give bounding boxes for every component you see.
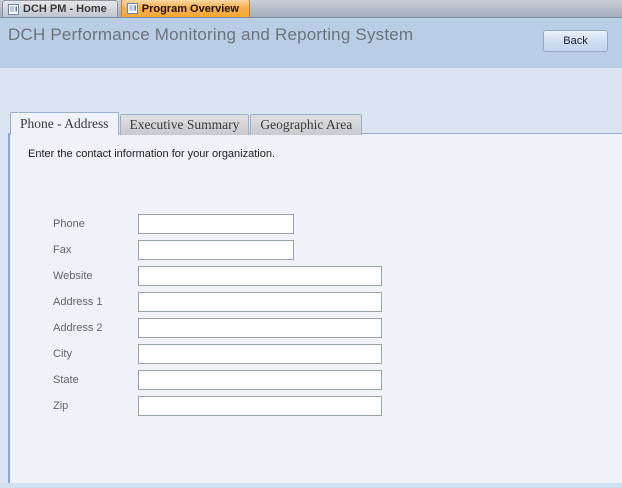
field-row-address-2: Address 2: [0, 318, 622, 338]
document-tab-program-overview[interactable]: Program Overview: [121, 0, 250, 17]
field-label: Address 2: [53, 322, 138, 334]
field-label: Fax: [53, 244, 138, 256]
field-label: Phone: [53, 218, 138, 230]
field-row-city: City: [0, 344, 622, 364]
field-label: Address 1: [53, 296, 138, 308]
website-input[interactable]: [138, 266, 382, 286]
address-1-input[interactable]: [138, 292, 382, 312]
field-list: Phone Fax Website Address 1 Address 2 City Sta…: [0, 214, 622, 422]
app-window: DCH PM - Home Program Overview DCH Perfor…: [0, 0, 622, 488]
form-icon: [8, 4, 19, 15]
field-row-website: Website: [0, 266, 622, 286]
phone-input[interactable]: [138, 214, 294, 234]
document-tab-dch-pm-home[interactable]: DCH PM - Home: [2, 0, 118, 17]
field-row-address-1: Address 1: [0, 292, 622, 312]
fax-input[interactable]: [138, 240, 294, 260]
form-tab-geographic-area[interactable]: Geographic Area: [250, 114, 362, 135]
document-tab-label: DCH PM - Home: [23, 3, 107, 15]
form-tab-phone-address[interactable]: Phone - Address: [10, 112, 119, 135]
form-icon: [127, 3, 138, 14]
field-row-state: State: [0, 370, 622, 390]
field-label: State: [53, 374, 138, 386]
address-2-input[interactable]: [138, 318, 382, 338]
instruction-text: Enter the contact information for your o…: [28, 148, 275, 160]
field-label: Zip: [53, 400, 138, 412]
field-label: Website: [53, 270, 138, 282]
city-input[interactable]: [138, 344, 382, 364]
document-tab-label: Program Overview: [142, 3, 239, 15]
bottom-strip: [0, 483, 622, 488]
form-tab-strip: Phone - AddressExecutive SummaryGeograph…: [10, 112, 363, 135]
field-row-zip: Zip: [0, 396, 622, 416]
header-band: DCH Performance Monitoring and Reporting…: [0, 18, 622, 68]
back-button[interactable]: Back: [543, 30, 608, 52]
field-label: City: [53, 348, 138, 360]
document-tabbar: DCH PM - Home Program Overview: [0, 0, 622, 18]
page-title: DCH Performance Monitoring and Reporting…: [8, 25, 413, 45]
state-input[interactable]: [138, 370, 382, 390]
field-row-phone: Phone: [0, 214, 622, 234]
field-row-fax: Fax: [0, 240, 622, 260]
form-tab-executive-summary[interactable]: Executive Summary: [120, 114, 250, 135]
zip-input[interactable]: [138, 396, 382, 416]
